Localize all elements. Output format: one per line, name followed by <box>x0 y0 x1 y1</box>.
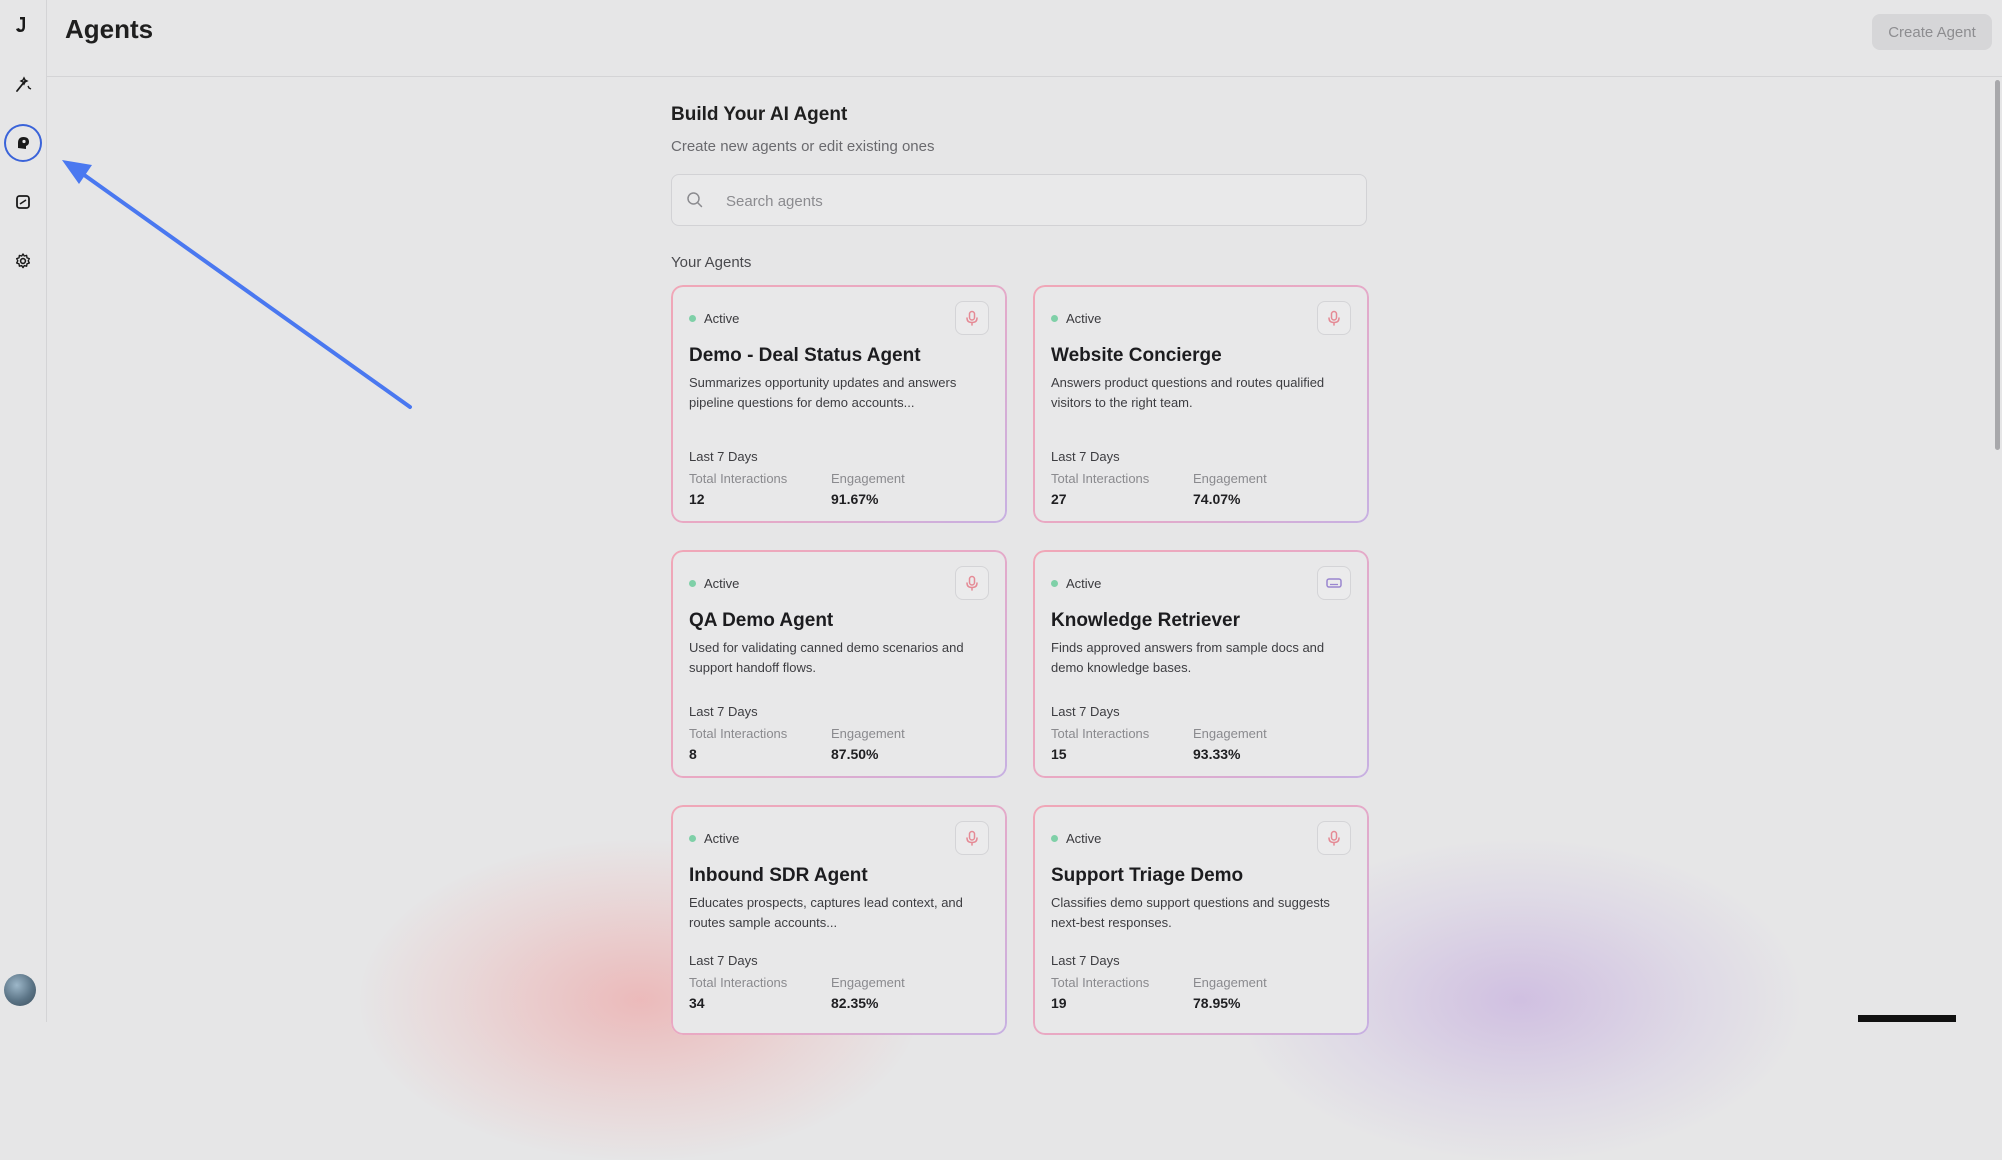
agent-title: Support Triage Demo <box>1051 865 1244 886</box>
engagement-value: 91.67% <box>831 491 879 507</box>
document-icon <box>16 195 30 209</box>
status-badge: Active <box>689 311 739 326</box>
agent-card[interactable]: Active Knowledge Retriever Finds approve… <box>1033 550 1369 778</box>
section-title-your-agents: Your Agents <box>671 254 752 271</box>
status-text: Active <box>1066 831 1102 846</box>
interactions-value: 27 <box>1051 491 1067 507</box>
stats-period: Last 7 Days <box>1051 449 1120 464</box>
agent-description: Answers product questions and routes qua… <box>1051 375 1325 410</box>
stats-period: Last 7 Days <box>689 449 758 464</box>
builder-heading: Build Your AI Agent <box>671 104 848 125</box>
agent-description: Used for validating canned demo scenario… <box>689 640 964 675</box>
stats-period: Last 7 Days <box>689 953 758 968</box>
engagement-label: Engagement <box>831 471 905 486</box>
status-badge: Active <box>1051 831 1101 846</box>
interactions-value: 12 <box>689 491 705 507</box>
engagement-value: 82.35% <box>831 995 879 1011</box>
user-avatar[interactable] <box>4 974 36 1006</box>
engagement-label: Engagement <box>831 975 905 990</box>
interactions-value: 15 <box>1051 746 1067 762</box>
microphone-icon[interactable] <box>955 301 989 335</box>
agent-card[interactable]: Active Support Triage Demo Classifies de… <box>1033 805 1369 1035</box>
interactions-value: 19 <box>1051 995 1067 1011</box>
engagement-value: 93.33% <box>1193 746 1241 762</box>
gear-icon <box>16 253 30 269</box>
builder-subheading: Create new agents or edit existing ones <box>671 138 935 155</box>
microphone-icon[interactable] <box>955 566 989 600</box>
interactions-label: Total Interactions <box>689 726 788 741</box>
taskbar-fragment <box>1858 1015 1956 1022</box>
sidebar-item-agents[interactable] <box>4 124 42 162</box>
sidebar-item-settings[interactable] <box>4 242 42 280</box>
status-text: Active <box>704 831 740 846</box>
engagement-label: Engagement <box>1193 975 1267 990</box>
status-text: Active <box>1066 576 1102 591</box>
sidebar-item-workflows[interactable] <box>4 66 42 104</box>
status-dot <box>689 315 696 322</box>
agent-title: Inbound SDR Agent <box>689 865 868 886</box>
engagement-value: 74.07% <box>1193 491 1241 507</box>
page-title: Agents <box>65 14 154 44</box>
microphone-icon[interactable] <box>955 821 989 855</box>
sidebar-item-knowledge[interactable] <box>4 183 42 221</box>
agent-title: Demo - Deal Status Agent <box>689 345 921 366</box>
interactions-value: 8 <box>689 746 697 762</box>
status-badge: Active <box>1051 311 1101 326</box>
agent-card[interactable]: Active QA Demo Agent Used for validating… <box>671 550 1007 778</box>
stats-period: Last 7 Days <box>1051 704 1120 719</box>
agent-title: Knowledge Retriever <box>1051 610 1240 631</box>
agent-description: Educates prospects, captures lead contex… <box>689 895 963 930</box>
search-icon <box>687 192 703 208</box>
agent-card[interactable]: Active Website Concierge Answers product… <box>1033 285 1369 523</box>
engagement-value: 78.95% <box>1193 995 1241 1011</box>
status-dot <box>1051 835 1058 842</box>
keyboard-icon[interactable] <box>1317 566 1351 600</box>
stats-period: Last 7 Days <box>1051 953 1120 968</box>
status-dot <box>1051 580 1058 587</box>
status-text: Active <box>704 576 740 591</box>
engagement-label: Engagement <box>1193 471 1267 486</box>
stats-period: Last 7 Days <box>689 704 758 719</box>
scrollbar-thumb[interactable] <box>1995 80 2000 450</box>
engagement-value: 87.50% <box>831 746 879 762</box>
agent-description: Finds approved answers from sample docs … <box>1051 640 1325 675</box>
agent-description: Classifies demo support questions and su… <box>1051 895 1330 930</box>
microphone-icon[interactable] <box>1317 301 1351 335</box>
search-input[interactable] <box>724 175 1348 227</box>
scrollbar[interactable] <box>1994 78 2002 1022</box>
agent-head-icon <box>18 137 29 149</box>
interactions-value: 34 <box>689 995 705 1011</box>
create-agent-button[interactable]: Create Agent <box>1872 14 1992 50</box>
interactions-label: Total Interactions <box>1051 726 1150 741</box>
status-dot <box>1051 315 1058 322</box>
interactions-label: Total Interactions <box>689 975 788 990</box>
agent-description: Summarizes opportunity updates and answe… <box>689 375 957 410</box>
status-dot <box>689 580 696 587</box>
search-box[interactable] <box>671 174 1367 227</box>
interactions-label: Total Interactions <box>689 471 788 486</box>
status-badge: Active <box>689 576 739 591</box>
agents-grid: Active Demo - Deal Status Agent Summariz… <box>671 285 1369 1035</box>
engagement-label: Engagement <box>1193 726 1267 741</box>
engagement-label: Engagement <box>831 726 905 741</box>
status-text: Active <box>704 311 740 326</box>
agent-title: QA Demo Agent <box>689 610 834 631</box>
status-badge: Active <box>689 831 739 846</box>
status-text: Active <box>1066 311 1102 326</box>
logo-icon[interactable] <box>4 6 42 44</box>
sidebar <box>0 0 47 1022</box>
microphone-icon[interactable] <box>1317 821 1351 855</box>
interactions-label: Total Interactions <box>1051 471 1150 486</box>
interactions-label: Total Interactions <box>1051 975 1150 990</box>
agent-card[interactable]: Active Inbound SDR Agent Educates prospe… <box>671 805 1007 1035</box>
agent-title: Website Concierge <box>1051 345 1222 366</box>
status-badge: Active <box>1051 576 1101 591</box>
top-bar: Agents Create Agent <box>47 0 2002 77</box>
agent-card[interactable]: Active Demo - Deal Status Agent Summariz… <box>671 285 1007 523</box>
status-dot <box>689 835 696 842</box>
magic-wand-icon <box>16 76 32 92</box>
